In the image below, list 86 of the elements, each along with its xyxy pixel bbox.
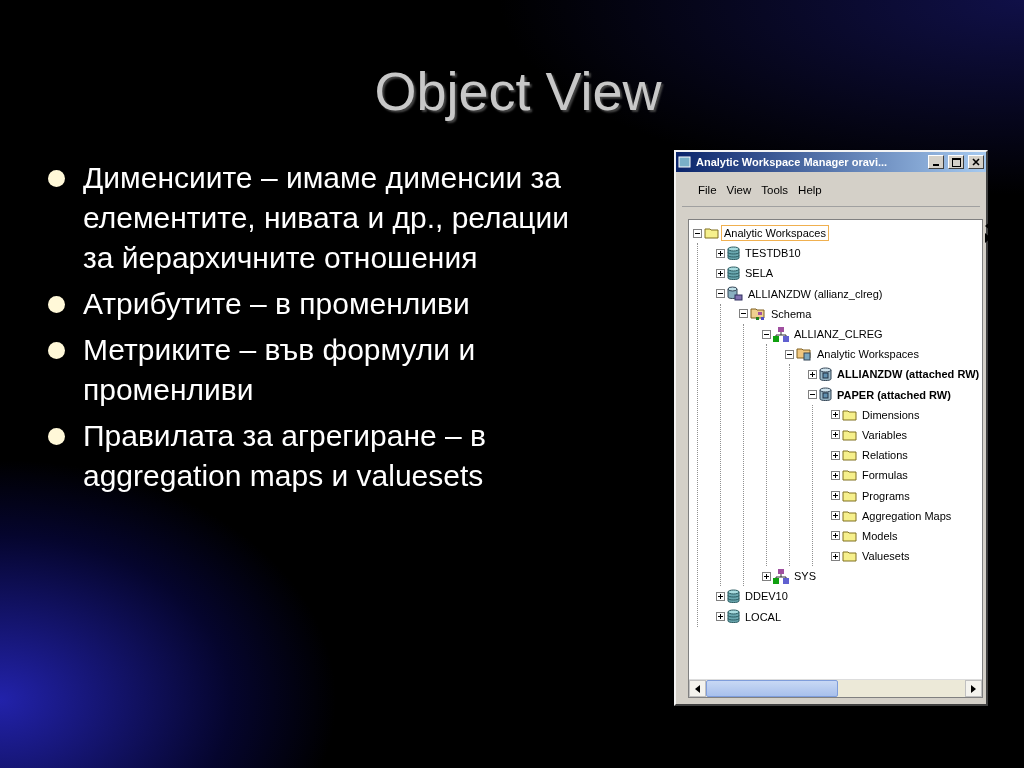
cylinder-icon [819,366,832,382]
folder-icon [842,489,857,502]
tree-item[interactable]: Valuesets [859,548,913,565]
expand-icon[interactable] [831,450,840,460]
folder-icon [842,550,857,563]
tree-item[interactable]: ALLIANZDW (allianz_clreg) [745,285,886,302]
database-icon [727,265,740,281]
expand-icon[interactable] [831,410,840,420]
cylinder-icon [819,387,832,403]
maximize-button[interactable] [948,155,964,169]
expand-icon[interactable] [831,531,840,541]
folder-icon [842,408,857,421]
left-arrow-icon [695,684,700,693]
collapse-icon[interactable] [693,228,702,238]
tree-item[interactable]: DDEV10 [742,588,791,605]
tree-item[interactable]: SYS [791,568,819,585]
expand-icon[interactable] [831,430,840,440]
scroll-right-button[interactable] [965,680,983,697]
folder-icon [842,509,857,522]
collapse-icon[interactable] [808,390,817,400]
folder-icon [842,469,857,482]
collapse-icon[interactable] [785,349,794,359]
bullet-icon [48,296,65,313]
tree-item[interactable]: ALLIANZ_CLREG [791,326,886,343]
database-icon [727,245,740,261]
menu-item[interactable]: File [698,184,717,196]
tree-item[interactable]: SELA [742,265,777,282]
right-arrow-icon [971,684,977,693]
scroll-thumb[interactable] [706,680,838,697]
tree-item[interactable]: Dimensions [859,406,923,423]
bullet-icon [48,428,65,445]
tree-item[interactable]: Schema [768,305,815,322]
database-plug-icon [727,285,743,302]
tree-item[interactable]: ALLIANZDW (attached RW) [834,366,983,383]
hierarchy-icon [773,326,789,342]
tree-item[interactable]: Aggregation Maps [859,507,955,524]
bullet-icon [48,170,65,187]
tree-item[interactable]: PAPER (attached RW) [834,386,954,403]
app-icon [678,155,692,169]
close-button[interactable] [968,155,984,169]
expand-icon[interactable] [831,470,840,480]
expand-icon[interactable] [762,571,771,581]
tree-item[interactable]: Relations [859,447,911,464]
tree-item[interactable]: Models [859,527,901,544]
bullet-text: Правилата за агрегиране – в aggregation maps и valuesets [83,418,487,494]
close-icon [972,158,980,166]
folder-icon [842,428,857,441]
expand-icon[interactable] [831,511,840,521]
menu-item[interactable]: Tools [761,184,789,196]
tree-item[interactable]: LOCAL [742,608,785,625]
expand-icon[interactable] [831,551,840,561]
tree-item[interactable]: Programs [859,487,913,504]
expand-icon[interactable] [716,591,725,601]
folder-icon [842,449,857,462]
folder-cube-icon [796,347,812,362]
bullet-text: Метриките – във формули и променливи [83,332,477,408]
expand-icon[interactable] [716,612,725,622]
collapse-icon[interactable] [739,309,748,319]
window-title: Analytic Workspace Manager oravi... [696,156,889,168]
database-icon [727,588,740,604]
maximize-icon [951,157,961,167]
database-icon [727,609,740,625]
slide-title: Object View [374,60,662,123]
bullet-text: Атрибутите – в променливи [83,286,470,322]
tree-item[interactable]: Formulas [859,467,911,484]
folder-tree-icon [750,306,766,321]
expand-icon[interactable] [808,369,817,379]
collapse-icon[interactable] [762,329,771,339]
horizontal-scrollbar[interactable] [689,679,983,697]
folder-icon [842,529,857,542]
collapse-icon[interactable] [716,289,725,299]
menu-item[interactable]: View [726,184,752,196]
minimize-button[interactable] [928,155,944,169]
expand-icon[interactable] [716,248,725,258]
expand-icon[interactable] [831,491,840,501]
tree-item[interactable]: Analytic Workspaces [814,346,922,363]
scroll-left-button[interactable] [689,680,706,697]
menu-item[interactable]: Help [798,184,822,196]
tree-item[interactable]: TESTDB10 [742,245,804,262]
tree-item[interactable]: Analytic Workspaces [721,225,829,242]
folder-icon [704,227,719,240]
tree-item[interactable]: Variables [859,426,911,443]
hierarchy-icon [773,568,789,584]
bullet-icon [48,342,65,359]
bullet-text: Дименсиите – имаме дименсии за елементите, нивата и др., релации за йерархичните отношения [83,160,570,276]
expand-icon[interactable] [716,268,725,278]
